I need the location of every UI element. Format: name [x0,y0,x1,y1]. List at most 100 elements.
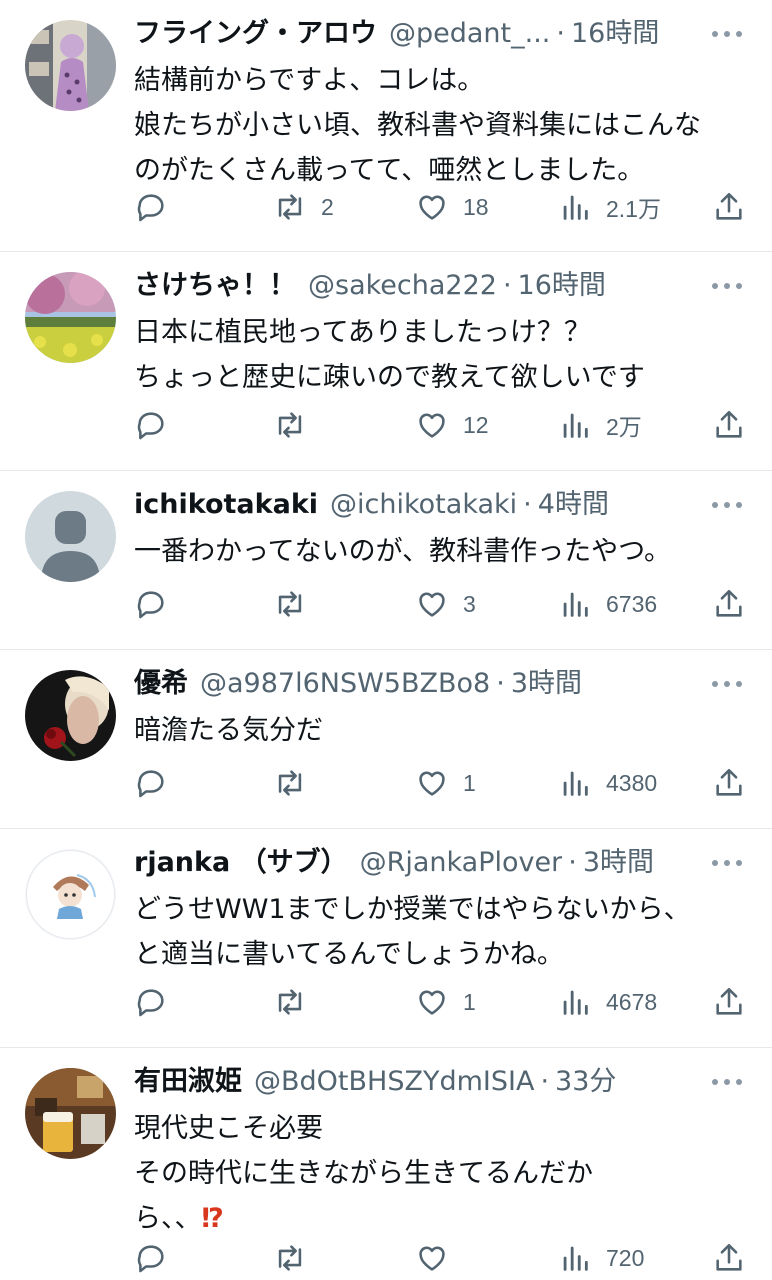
views-icon [563,413,588,438]
tweet-header: rjanka （サブ） @RjankaPlover · 3時間 [134,843,702,883]
retweet-button[interactable] [273,405,321,445]
like-button[interactable] [415,1238,463,1278]
reply-icon [137,591,164,619]
more-icon[interactable] [712,680,742,688]
timestamp[interactable]: 16時間 [518,266,606,306]
user-handle[interactable]: @BdOtBHSZYdmISIA [254,1062,534,1102]
avatar[interactable] [25,20,116,111]
views-icon [563,771,588,796]
like-button[interactable]: 18 [415,187,489,227]
more-icon[interactable] [712,30,742,38]
reply-icon [137,770,164,798]
separator-dot: · [502,270,512,301]
tweet-text-line: ちょっと歴史に疎いので教えて欲しいです [134,362,645,393]
reply-button[interactable] [134,982,168,1022]
reply-button[interactable] [134,405,168,445]
retweet-icon [278,989,302,1015]
user-handle[interactable]: @a987l6NSW5BZBo8 [200,664,490,704]
timestamp[interactable]: 3時間 [511,664,582,704]
tweet-4[interactable]: rjanka （サブ） @RjankaPlover · 3時間 どうせWW1まで… [0,829,772,1048]
more-icon[interactable] [712,501,742,509]
display-name[interactable]: rjanka （サブ） [134,843,348,883]
user-handle[interactable]: @ichikotakaki [330,485,517,525]
like-button[interactable]: 1 [415,982,476,1022]
share-button[interactable] [712,982,746,1022]
retweet-button[interactable] [273,763,321,803]
share-icon [716,987,742,1015]
user-handle[interactable]: @pedant_... [389,14,550,54]
reply-button[interactable] [134,584,168,624]
more-icon[interactable] [712,282,742,290]
exclamation-question-emoji: ⁉ [201,1203,224,1234]
like-button[interactable]: 12 [415,405,489,445]
display-name[interactable]: 有田淑姫 [134,1062,242,1102]
retweet-button[interactable] [273,982,321,1022]
like-button[interactable]: 3 [415,584,476,624]
reply-button[interactable] [134,1238,168,1278]
tweet-1[interactable]: さけちゃ！！ @sakecha222 · 16時間 日本に植民地ってありましたっ… [0,252,772,471]
display-name[interactable]: 優希 [134,664,188,704]
tweet-0[interactable]: フライング・アロウ @pedant_... · 16時間 結構前からですよ、コレ… [0,0,772,252]
avatar[interactable] [25,1068,116,1159]
reply-button[interactable] [134,763,168,803]
views-button[interactable]: 2.1万 [558,187,661,227]
views-button[interactable]: 6736 [558,584,657,624]
views-icon [563,195,588,220]
user-handle[interactable]: @sakecha222 [308,266,497,306]
share-button[interactable] [712,405,746,445]
retweet-icon [278,591,302,617]
display-name[interactable]: フライング・アロウ [134,14,377,54]
reply-icon [137,1245,164,1273]
tweet-text-line: 娘たちが小さい頃、教科書や資料集にはこんな [134,110,701,141]
retweet-icon [278,1245,302,1271]
retweet-button[interactable]: 2 [273,187,334,227]
retweet-button[interactable] [273,584,321,624]
share-button[interactable] [712,1238,746,1278]
separator-dot: · [523,489,532,520]
tweet-header: ichikotakaki @ichikotakaki · 4時間 [134,485,702,525]
tweet-header: 有田淑姫 @BdOtBHSZYdmISIA · 33分 [134,1062,702,1102]
tweet-5[interactable]: 有田淑姫 @BdOtBHSZYdmISIA · 33分 現代史こそ必要 その時代… [0,1048,772,1280]
display-name[interactable]: さけちゃ！！ [134,266,296,306]
like-count: 1 [463,988,476,1015]
views-button[interactable]: 4380 [558,763,657,803]
avatar[interactable] [25,849,116,940]
action-bar: 2 18 2.1万 [134,187,748,227]
character-avatar [25,849,116,940]
default-person-avatar [25,491,116,582]
timestamp[interactable]: 3時間 [583,843,654,883]
views-button[interactable]: 4678 [558,982,657,1022]
tweet-text-line: 結構前からですよ、コレは。 [134,65,485,96]
separator-dot: · [496,668,505,699]
reply-icon [137,412,164,440]
timestamp[interactable]: 4時間 [538,485,609,525]
action-bar: 3 6736 [134,584,748,624]
like-icon [419,195,445,220]
user-handle[interactable]: @RjankaPlover [360,843,563,883]
like-icon [419,1246,445,1271]
share-button[interactable] [712,584,746,624]
views-button[interactable]: 2万 [558,405,642,445]
avatar[interactable] [25,670,116,761]
retweet-button[interactable] [273,1238,321,1278]
reply-button[interactable] [134,187,168,227]
share-button[interactable] [712,763,746,803]
like-button[interactable]: 1 [415,763,476,803]
tweet-text-line: 暗澹たる気分だ [134,715,323,746]
tweet-3[interactable]: 優希 @a987l6NSW5BZBo8 · 3時間 暗澹たる気分だ 1 4380 [0,650,772,829]
action-bar: 720 [134,1238,748,1278]
avatar[interactable] [25,491,116,582]
avatar[interactable] [25,272,116,363]
timestamp[interactable]: 33分 [555,1062,616,1102]
reply-icon [137,194,164,222]
share-button[interactable] [712,187,746,227]
tweet-text-line: 現代史こそ必要 [134,1113,323,1144]
views-button[interactable]: 720 [558,1238,644,1278]
share-icon [716,410,742,438]
more-icon[interactable] [712,1078,742,1086]
more-icon[interactable] [712,859,742,867]
display-name[interactable]: ichikotakaki [134,485,318,525]
timestamp[interactable]: 16時間 [571,14,659,54]
retweet-count: 2 [321,193,334,220]
tweet-2[interactable]: ichikotakaki @ichikotakaki · 4時間 一番わかってな… [0,471,772,650]
